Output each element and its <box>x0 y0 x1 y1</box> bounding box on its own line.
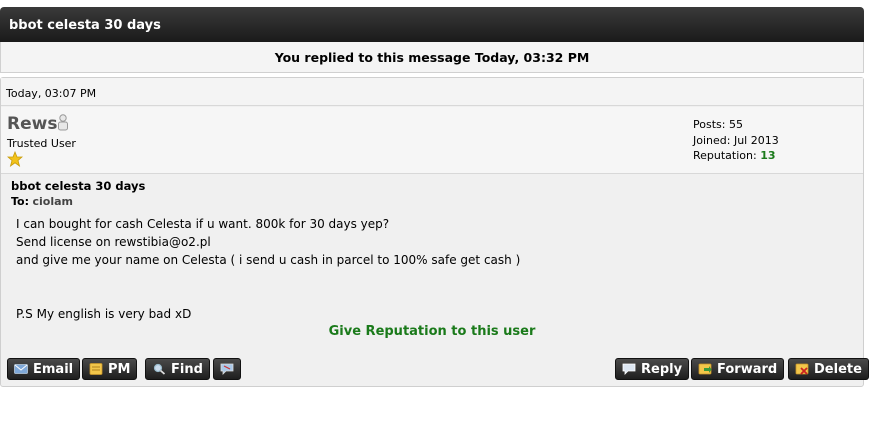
message-line <box>16 287 520 305</box>
reputation-value: 13 <box>760 149 776 162</box>
reply-icon <box>622 363 636 375</box>
reputation: Reputation: 13 <box>693 148 779 164</box>
post-container: Today, 03:07 PM Rews Trusted User Posts:… <box>0 77 869 387</box>
user-stats: Posts: 55 Joined: Jul 2013 Reputation: 1… <box>693 117 779 164</box>
post-date: Today, 03:07 PM <box>1 78 863 106</box>
user-title: Trusted User <box>7 137 76 150</box>
find-label: Find <box>171 361 203 377</box>
recipient-name[interactable]: ciolam <box>33 195 74 208</box>
to-label: To: <box>11 195 29 208</box>
message-line: P.S My english is very bad xD <box>16 307 192 321</box>
reputation-label: Reputation: <box>693 149 757 162</box>
pm-button[interactable]: PM <box>82 358 138 380</box>
delete-label: Delete <box>814 361 862 377</box>
email-button[interactable]: Email <box>7 358 81 380</box>
message-line: Send license on rewstibia@o2.pl <box>16 235 211 249</box>
offline-status-icon <box>58 114 68 131</box>
reply-label: Reply <box>641 361 683 377</box>
message-body: I can bought for cash Celesta if u want.… <box>16 215 520 323</box>
envelope-icon <box>14 364 28 374</box>
report-button[interactable] <box>213 358 241 380</box>
forward-icon <box>698 363 712 375</box>
delete-icon <box>795 363 809 375</box>
give-reputation-label[interactable]: Give Reputation to this user <box>329 324 536 339</box>
forward-button[interactable]: Forward <box>691 358 785 380</box>
reply-notice: You replied to this message Today, 03:32… <box>0 42 864 73</box>
thread-title: bbot celesta 30 days <box>9 18 161 33</box>
email-label: Email <box>33 361 74 377</box>
message-icon <box>89 363 103 375</box>
username[interactable]: Rews <box>7 114 57 134</box>
star-icon <box>7 151 23 167</box>
delete-button[interactable]: Delete <box>788 358 869 380</box>
pm-label: PM <box>108 361 131 377</box>
search-icon <box>153 363 166 375</box>
joined-date: Joined: Jul 2013 <box>693 133 779 147</box>
posts-count: Posts: 55 <box>693 118 743 131</box>
find-button[interactable]: Find <box>145 358 210 380</box>
message-line <box>16 269 520 287</box>
message-content: bbot celesta 30 days To: ciolam I can bo… <box>1 174 863 349</box>
reply-button[interactable]: Reply <box>615 358 690 380</box>
message-title: bbot celesta 30 days <box>11 179 146 193</box>
message-line: and give me your name on Celesta ( i sen… <box>16 253 521 267</box>
give-reputation-link[interactable]: Give Reputation to this user <box>1 324 863 339</box>
message-title-bar: bbot celesta 30 days <box>0 7 864 42</box>
message-line: I can bought for cash Celesta if u want.… <box>16 217 390 231</box>
recipient-line: To: ciolam <box>11 195 73 208</box>
user-info: Rews Trusted User Posts: 55 Joined: Jul … <box>1 107 863 174</box>
forward-label: Forward <box>717 361 778 377</box>
report-icon <box>220 363 234 375</box>
